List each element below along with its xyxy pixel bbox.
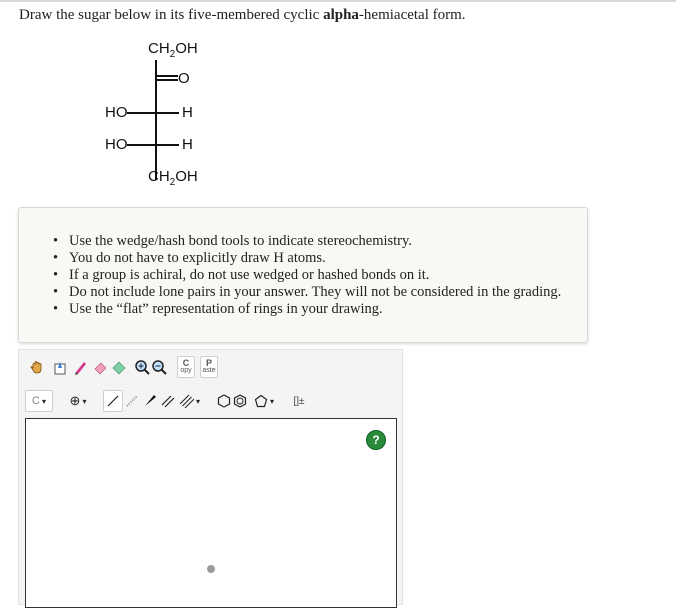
question-suffix: -hemiacetal form. [358, 7, 466, 23]
fischer-projection: CH2OH O HO H HO H CH2OH [90, 38, 250, 198]
atom-carbon-dropdown[interactable]: C ▾ [25, 390, 53, 412]
wedge-bond-tool-icon[interactable] [141, 390, 159, 412]
fischer-carbonyl-oxygen: O [178, 70, 190, 87]
instruction-item: If a group is achiral, do not use wedged… [53, 267, 561, 284]
fischer-bottom-group: CH2OH [148, 168, 198, 188]
instruction-item: Use the wedge/hash bond tools to indicat… [53, 233, 561, 250]
drawing-canvas[interactable]: ? [25, 418, 397, 608]
triple-bond-dropdown[interactable]: ▾ [177, 390, 203, 412]
help-icon[interactable]: ? [366, 430, 386, 450]
question-bold: alpha [323, 7, 359, 23]
question-prompt: Draw the sugar below in its five-membere… [19, 7, 466, 24]
fischer-row2-left: HO [105, 136, 128, 153]
carbonyl-bond-1 [157, 75, 178, 77]
fischer-row1-left: HO [105, 104, 128, 121]
instruction-item: Do not include lone pairs in your answer… [53, 284, 561, 301]
charge-dropdown[interactable]: ⊕ ▾ [63, 390, 93, 412]
zoom-in-icon[interactable] [134, 356, 150, 378]
single-bond-tool-icon[interactable] [103, 390, 123, 412]
fischer-backbone [155, 60, 157, 180]
paste-button[interactable]: P aste [200, 356, 218, 378]
copy-button[interactable]: C opy [177, 356, 195, 378]
cyclopentane-ring-dropdown[interactable]: ▾ [249, 390, 279, 412]
fischer-row1-right: H [182, 104, 193, 121]
hash-bond-tool-icon[interactable] [123, 390, 141, 412]
hand-tool-icon[interactable] [27, 356, 47, 378]
top-divider [0, 0, 676, 2]
toolbar-top: C opy P aste [19, 356, 402, 382]
cyclohexane-ring-icon[interactable] [217, 390, 231, 412]
fischer-row2-bond [127, 144, 179, 146]
carbonyl-bond-2 [157, 79, 178, 81]
fischer-row2-right: H [182, 136, 193, 153]
instruction-item: Use the “flat” representation of rings i… [53, 301, 561, 318]
benzene-ring-icon[interactable] [233, 390, 247, 412]
instructions-list: Use the wedge/hash bond tools to indicat… [53, 233, 561, 318]
double-bond-tool-icon[interactable] [159, 390, 177, 412]
instruction-item: You do not have to explicitly draw H ato… [53, 250, 561, 267]
fischer-row1-bond [127, 112, 179, 114]
bracket-charge-button[interactable]: []± [287, 390, 311, 412]
fischer-top-group: CH2OH [148, 40, 198, 60]
template-tool-icon[interactable] [50, 356, 70, 378]
canvas-center-dot [207, 565, 215, 573]
question-prefix: Draw the sugar below in its five-membere… [19, 7, 324, 23]
toolbar-bottom: C ▾ ⊕ ▾ ▾ ▾ []± [19, 390, 402, 416]
instructions-box: Use the wedge/hash bond tools to indicat… [18, 207, 588, 343]
drawing-editor: C opy P aste C ▾ ⊕ ▾ ▾ ▾ []± ? [18, 349, 403, 608]
zoom-out-icon[interactable] [151, 356, 167, 378]
lasso-tool-icon[interactable] [110, 356, 128, 378]
eraser-tool-icon[interactable] [91, 356, 111, 378]
pencil-tool-icon[interactable] [71, 356, 91, 378]
